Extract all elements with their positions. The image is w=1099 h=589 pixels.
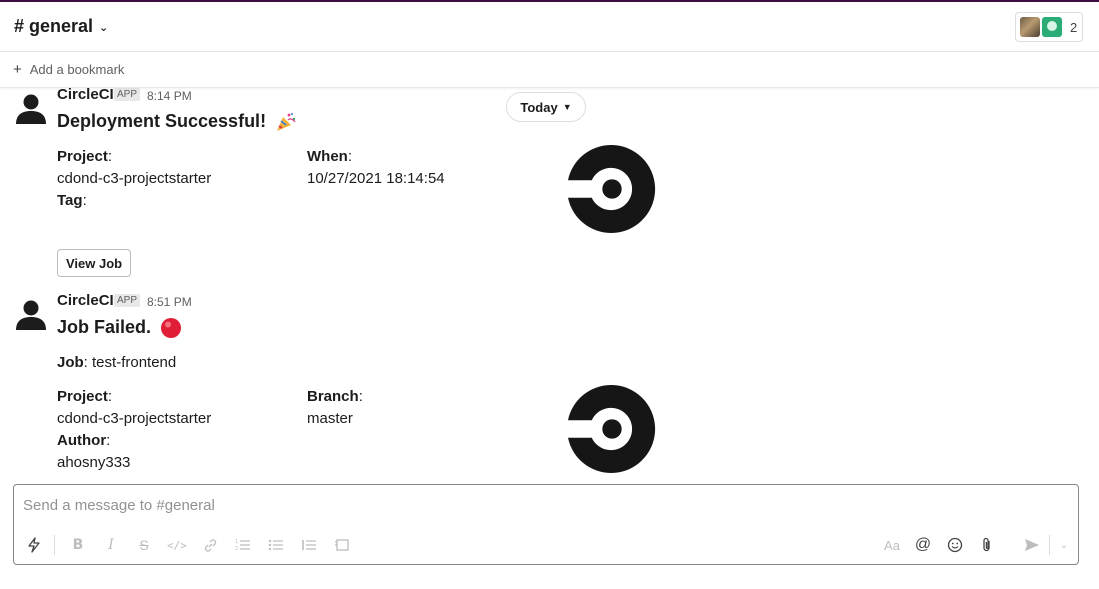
- toolbar-divider: [54, 535, 55, 555]
- composer-toolbar: B I S </> 12 Aa @ ⌄: [14, 531, 1078, 559]
- strikethrough-icon[interactable]: S: [132, 531, 156, 559]
- message-timestamp[interactable]: 8:51 PM: [147, 295, 192, 309]
- sender-name[interactable]: CircleCI: [57, 88, 114, 103]
- field-label-project: Project:: [57, 388, 113, 405]
- message-title-text: Deployment Successful!: [57, 111, 267, 131]
- field-label-author: Author:: [57, 432, 111, 449]
- svg-text:1: 1: [235, 539, 238, 545]
- blockquote-icon[interactable]: [297, 531, 321, 559]
- app-badge: APP: [114, 88, 141, 101]
- code-block-icon[interactable]: [330, 531, 354, 559]
- field-value-branch: master: [307, 410, 353, 427]
- chevron-down-icon: ▼: [562, 102, 572, 112]
- avatar[interactable]: [13, 296, 49, 332]
- field-value-project: cdond-c3-projectstarter: [57, 170, 212, 187]
- field-label-project: Project:: [57, 148, 113, 165]
- bullet-list-icon[interactable]: [264, 531, 288, 559]
- field-value-project: cdond-c3-projectstarter: [57, 410, 212, 427]
- mention-icon[interactable]: @: [911, 531, 935, 559]
- message-title-text: Job Failed.: [57, 317, 152, 337]
- date-divider-button[interactable]: Today ▼: [506, 92, 586, 122]
- message-input[interactable]: Send a message to #general: [23, 497, 215, 514]
- channel-title[interactable]: # general ⌄: [14, 16, 108, 37]
- send-icon[interactable]: [1020, 531, 1044, 559]
- message-timestamp[interactable]: 8:14 PM: [147, 89, 192, 103]
- link-icon[interactable]: [198, 531, 222, 559]
- attach-icon[interactable]: [975, 531, 999, 559]
- view-job-button[interactable]: View Job: [57, 249, 132, 277]
- members-button[interactable]: 2: [1015, 12, 1083, 42]
- circleci-logo-icon: [568, 145, 656, 233]
- chevron-down-icon: ⌄: [99, 22, 109, 34]
- field-value-when: 10/27/2021 18:14:54: [307, 170, 445, 187]
- avatar[interactable]: [13, 90, 49, 126]
- circleci-logo-icon: [568, 385, 656, 473]
- job-value: test-frontend: [92, 354, 177, 371]
- send-options-icon[interactable]: ⌄: [1052, 531, 1076, 559]
- message-title: Deployment Successful!: [57, 111, 297, 133]
- field-label-when: When:: [307, 148, 352, 165]
- sender-name[interactable]: CircleCI: [57, 292, 114, 309]
- red-circle-icon: [161, 318, 182, 339]
- code-icon[interactable]: </>: [165, 531, 189, 559]
- add-bookmark-link[interactable]: Add a bookmark: [30, 62, 125, 77]
- member-avatar: [1042, 17, 1062, 37]
- member-avatar: [1020, 17, 1040, 37]
- field-value-author: ahosny333: [57, 454, 131, 471]
- member-count: 2: [1070, 19, 1078, 35]
- party-popper-icon: [277, 113, 296, 132]
- channel-title-text: # general: [14, 16, 94, 36]
- bold-icon[interactable]: B: [66, 531, 90, 559]
- toolbar-divider: [1049, 535, 1050, 555]
- message-title: Job Failed.: [57, 317, 182, 339]
- svg-text:2: 2: [235, 546, 238, 552]
- ordered-list-icon[interactable]: 12: [231, 531, 255, 559]
- field-label-tag: Tag:: [57, 192, 87, 209]
- channel-header: # general ⌄ 2: [0, 2, 1099, 52]
- formatting-icon[interactable]: Aa: [880, 531, 904, 559]
- bookmarks-bar: + Add a bookmark: [0, 52, 1099, 88]
- message-composer[interactable]: Send a message to #general B I S </> 12 …: [13, 484, 1079, 565]
- shortcuts-icon[interactable]: [22, 531, 46, 559]
- italic-icon[interactable]: I: [99, 531, 123, 559]
- message-list: CircleCI APP 8:14 PM Deployment Successf…: [0, 88, 1099, 478]
- field-label-branch: Branch:: [307, 388, 363, 405]
- app-badge: APP: [114, 294, 141, 307]
- date-divider-label: Today: [520, 99, 558, 115]
- plus-icon[interactable]: +: [13, 61, 22, 78]
- job-line: Job: test-frontend: [57, 354, 177, 371]
- emoji-icon[interactable]: [943, 531, 967, 559]
